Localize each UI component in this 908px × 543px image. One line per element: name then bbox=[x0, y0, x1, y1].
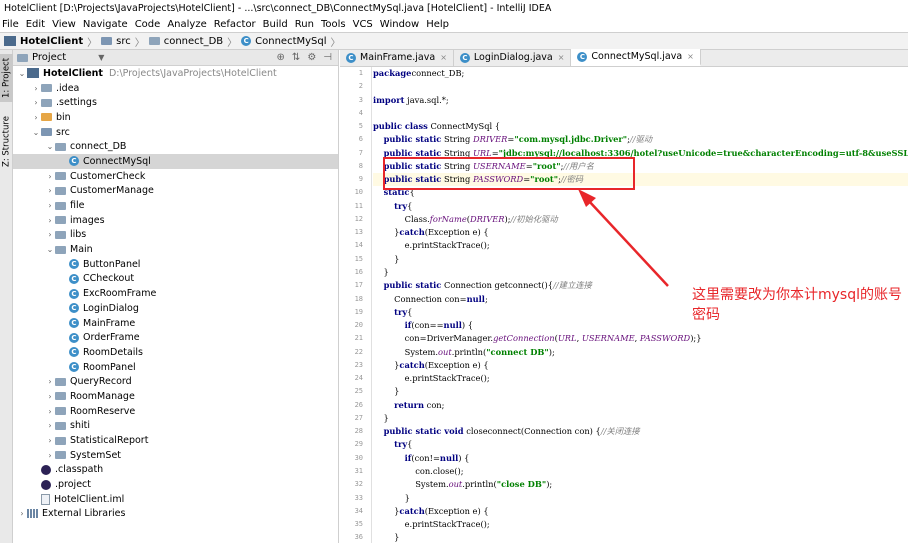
annotation-arrow bbox=[578, 189, 669, 287]
annotation-text: 这里需要改为你本计mysql的账号密码 bbox=[692, 287, 902, 323]
